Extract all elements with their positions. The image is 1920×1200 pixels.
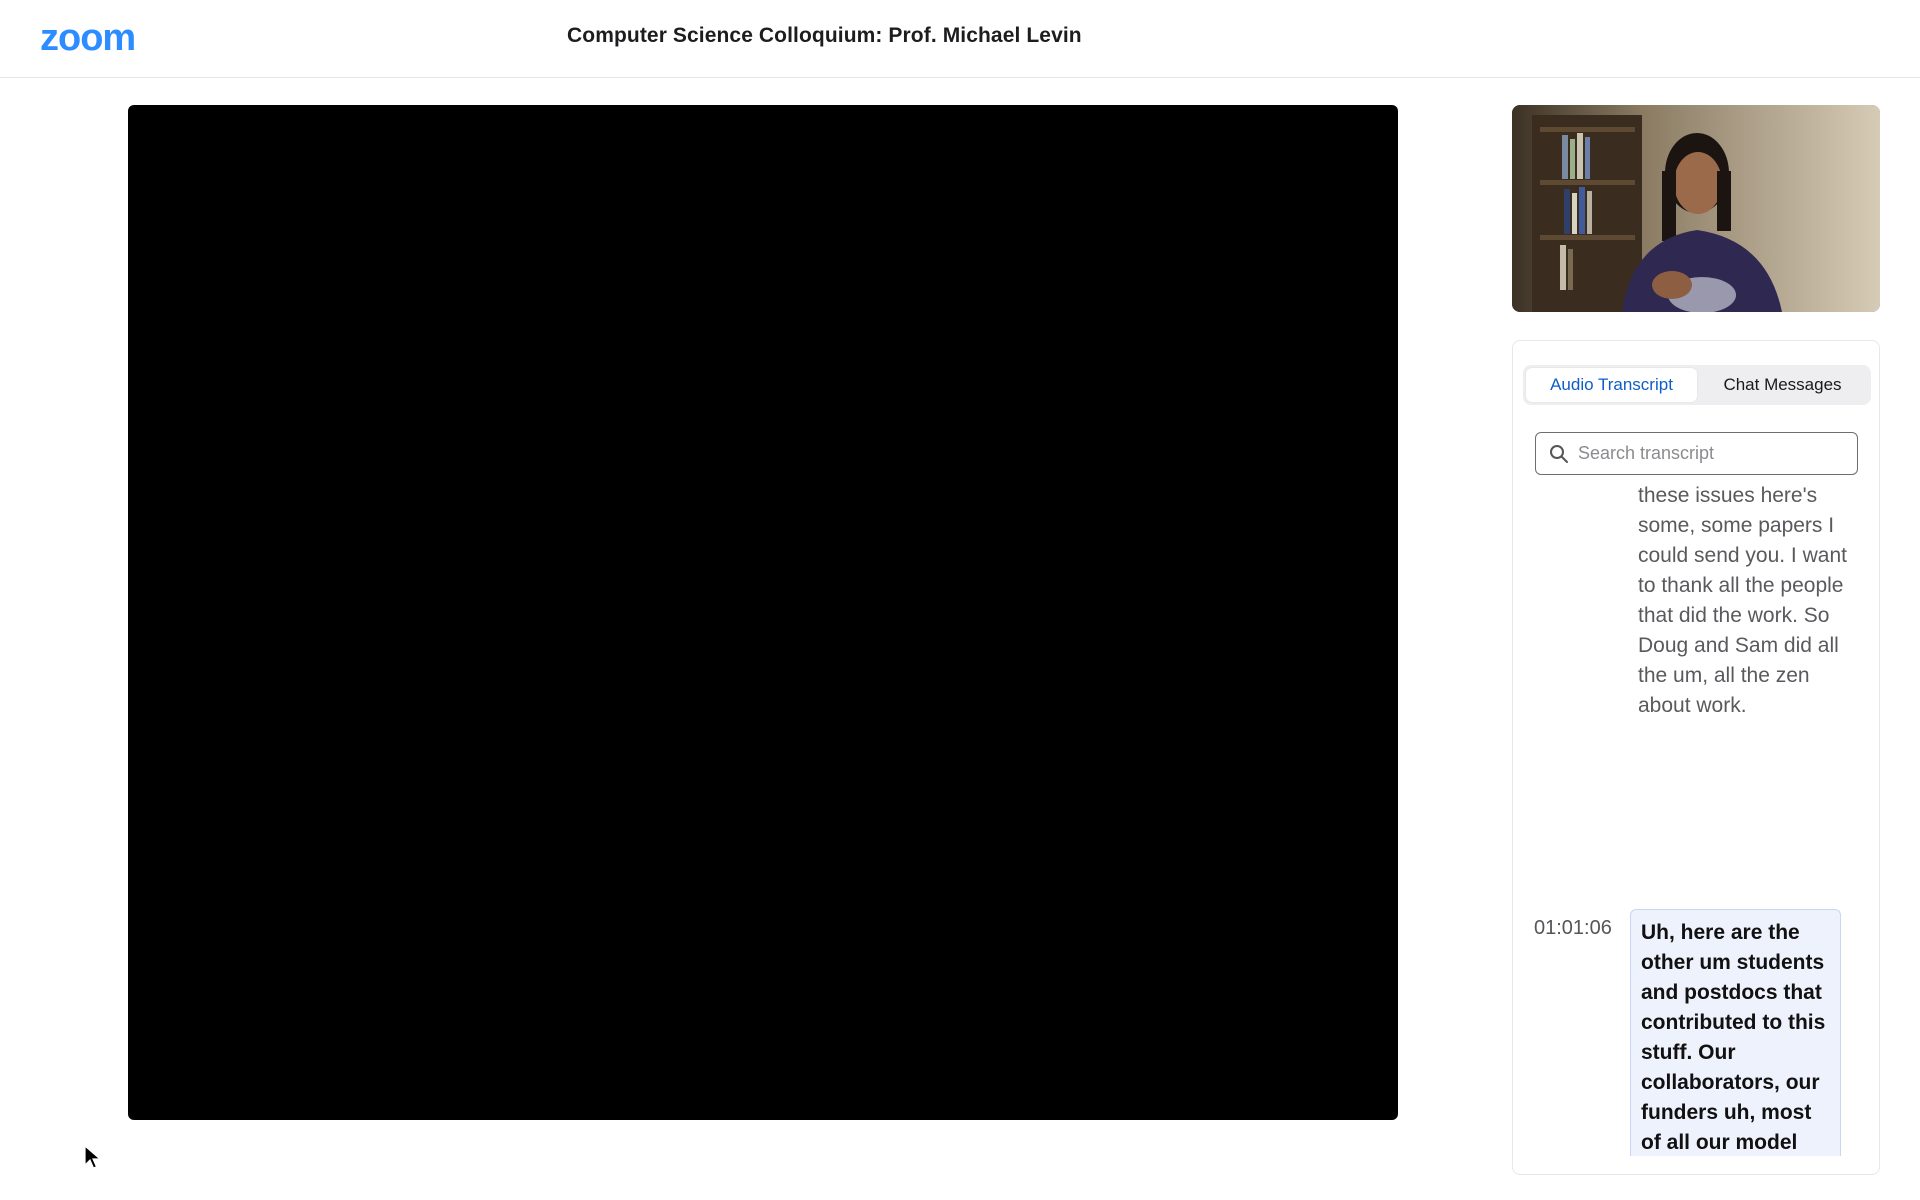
search-icon	[1548, 443, 1570, 465]
mouse-pointer-icon	[84, 1144, 102, 1171]
transcript-entry-previous: these issues here's some, some papers I …	[1638, 484, 1847, 717]
svg-text:zoom: zoom	[40, 18, 135, 58]
tab-chat-messages[interactable]: Chat Messages	[1697, 368, 1868, 402]
zoom-logo-icon: zoom	[40, 18, 136, 58]
meeting-title: Computer Science Colloquium: Prof. Micha…	[567, 24, 1082, 47]
transcript-timestamp[interactable]: 01:01:06	[1534, 917, 1612, 940]
speaker-video-tile[interactable]	[1512, 105, 1880, 312]
tab-audio-transcript[interactable]: Audio Transcript	[1526, 368, 1697, 402]
main-video-area[interactable]	[128, 105, 1398, 1120]
search-transcript-box[interactable]	[1535, 432, 1858, 475]
panel-tabs: Audio Transcript Chat Messages	[1523, 365, 1871, 405]
transcript-entry-current[interactable]: Uh, here are the other um students and p…	[1630, 909, 1841, 1156]
transcript-list[interactable]: these issues here's some, some papers I …	[1513, 481, 1879, 1156]
top-bar: zoom Computer Science Colloquium: Prof. …	[0, 0, 1920, 78]
search-transcript-input[interactable]	[1578, 443, 1848, 464]
side-panel: Audio Transcript Chat Messages these iss…	[1512, 340, 1880, 1175]
zoom-logo: zoom	[40, 18, 160, 58]
participant-video-image	[1512, 105, 1880, 312]
